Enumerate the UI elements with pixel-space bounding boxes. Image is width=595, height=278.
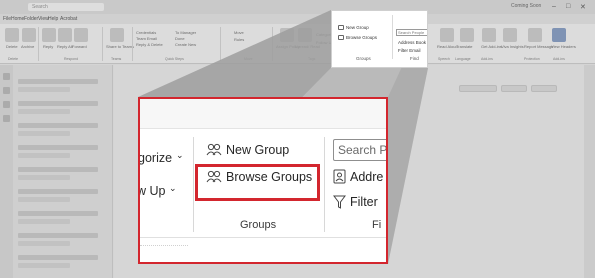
- new-group-button[interactable]: New Group: [206, 143, 289, 157]
- zoomed-ribbon-panel: gorize ⌄ w Up ⌄ New Group Browse Groups: [138, 97, 388, 264]
- filter-icon: [333, 195, 346, 209]
- source-groups-label: Groups: [356, 56, 371, 61]
- follow-up-button-fragment[interactable]: w Up: [140, 184, 165, 198]
- source-filter-email[interactable]: Filter Email: [398, 48, 421, 53]
- source-group-separator: [392, 15, 393, 59]
- address-book-icon: [333, 169, 346, 184]
- new-group-label: New Group: [226, 143, 290, 157]
- groups-group-label: Groups: [240, 219, 277, 231]
- browse-groups-highlight-box: [195, 164, 320, 201]
- browse-groups-icon: [338, 35, 344, 40]
- chevron-down-icon: ⌄: [176, 150, 184, 160]
- address-book-label: Addre: [350, 169, 384, 184]
- source-find-label: Find: [410, 56, 419, 61]
- zoom-ribbon-tab-strip: [140, 99, 386, 129]
- source-address-book[interactable]: Address Book: [398, 40, 426, 45]
- group-separator: [324, 137, 325, 232]
- find-group-label: Fi: [372, 219, 382, 231]
- ribbon-dotted-divider: [140, 245, 188, 247]
- search-people-input[interactable]: Search Pe: [333, 139, 386, 161]
- new-group-icon: [338, 25, 344, 30]
- categorize-button-fragment[interactable]: gorize: [140, 151, 172, 165]
- group-separator: [193, 137, 194, 232]
- filter-email-button[interactable]: Filter: [333, 195, 378, 209]
- source-search-people[interactable]: Search People: [396, 29, 427, 36]
- source-browse-groups[interactable]: Browse Groups: [346, 35, 377, 40]
- address-book-button[interactable]: Addre: [333, 169, 383, 184]
- source-new-group[interactable]: New Group: [346, 25, 369, 30]
- screenshot-root: Search Coming Soon – □ ✕ File Home Folde…: [0, 0, 595, 278]
- chevron-down-icon: ⌄: [169, 183, 177, 193]
- source-region: New Group Browse Groups Groups Search Pe…: [331, 10, 428, 68]
- ribbon-bottom-border: [140, 237, 386, 238]
- filter-email-label: Filter: [350, 195, 378, 209]
- new-group-icon: [206, 143, 222, 156]
